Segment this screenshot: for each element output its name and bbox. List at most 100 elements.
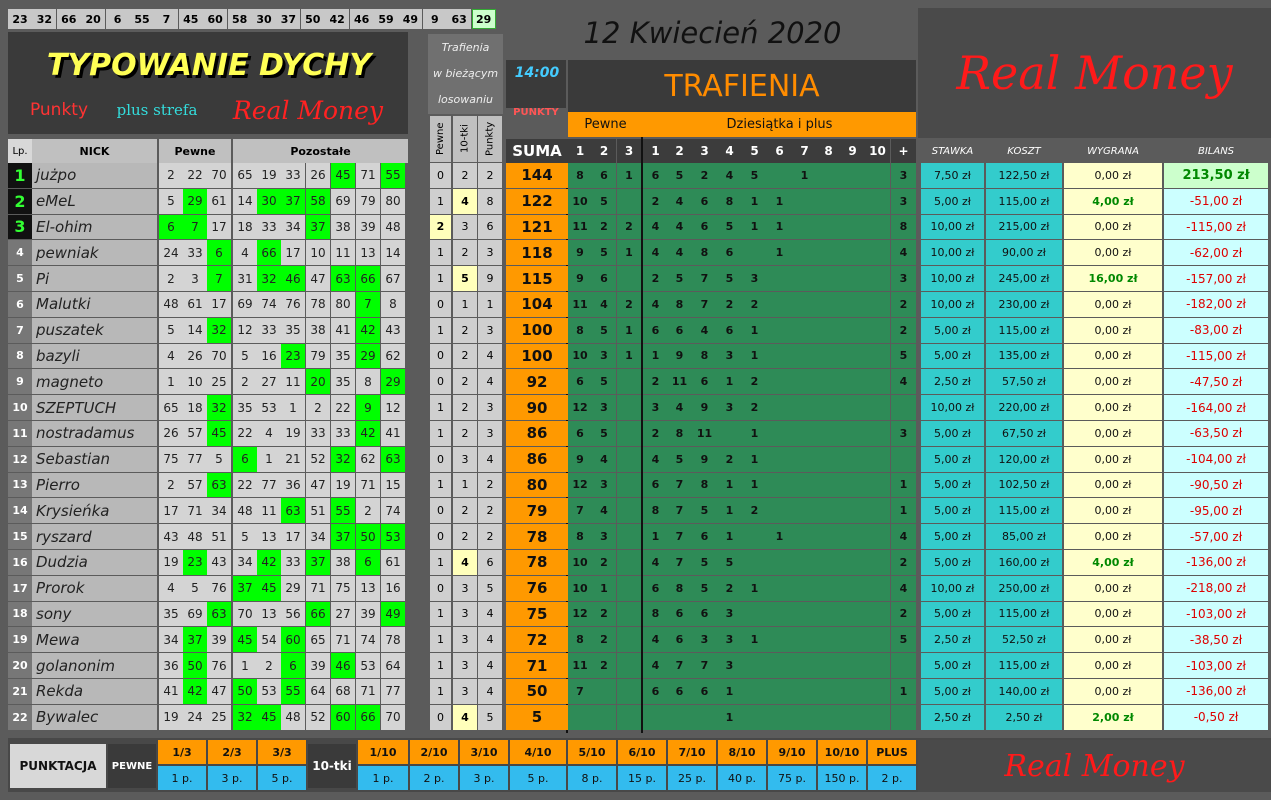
- row-koszt: 230,00 zł: [986, 292, 1062, 317]
- row-stawka: 5,00 zł: [921, 601, 984, 627]
- lottery-number: 45: [178, 9, 203, 29]
- header-koszt: KOSZT: [1007, 145, 1041, 157]
- row-lp: 7: [8, 317, 32, 343]
- row-number: 13: [356, 575, 380, 601]
- row-lp: 20: [8, 653, 32, 678]
- row-dziesiatka-count: [767, 395, 792, 420]
- row-dziesiatka-count: [816, 550, 841, 575]
- row-wygrana: 0,00 zł: [1064, 446, 1162, 472]
- row-dziesiatka-count: 2: [717, 446, 742, 472]
- row-hit-punkty: 4: [478, 679, 502, 704]
- row-pewne-count: [617, 472, 641, 498]
- row-number: 57: [183, 472, 207, 498]
- row-number: 6: [281, 653, 305, 678]
- row-number: 4: [159, 575, 183, 601]
- pewne-scoring-label: PEWNE: [108, 744, 156, 788]
- row-number: 19: [281, 421, 305, 446]
- row-hit-punkty: 6: [478, 214, 502, 240]
- row-hit-pewne: 0: [430, 369, 451, 395]
- row-number: 52: [306, 704, 330, 730]
- row-nick: puszatek: [32, 317, 157, 343]
- row-dziesiatka-count: 3: [742, 266, 767, 291]
- row-dziesiatka-count: [667, 704, 692, 730]
- row-dziesiatka-count: [643, 704, 668, 730]
- row-hit-punkty: 2: [478, 472, 502, 498]
- row-pewne-count: 6: [568, 369, 592, 395]
- pewne-bar: Pewne: [568, 112, 643, 137]
- row-dziesiatka-count: 7: [692, 266, 717, 291]
- row-dziesiatka-count: 1: [742, 343, 767, 369]
- row-hit-10tki: 1: [453, 292, 477, 317]
- row-dziesiatka-count: [840, 240, 865, 266]
- row-wygrana: 4,00 zł: [1064, 188, 1162, 214]
- row-lp: 21: [8, 679, 32, 704]
- row-number: 32: [257, 266, 281, 291]
- row-dziesiatka-count: [792, 214, 817, 240]
- row-lp: 9: [8, 369, 32, 395]
- row-plus-count: 1: [891, 498, 916, 524]
- row-number: 63: [281, 498, 305, 524]
- row-number: 62: [381, 343, 405, 369]
- row-hit-pewne: 0: [430, 292, 451, 317]
- row-number: 7: [207, 266, 231, 291]
- row-pewne-count: 10: [568, 188, 592, 214]
- row-number: 2: [257, 653, 281, 678]
- row-bilans: -103,00 zł: [1164, 601, 1268, 627]
- header-dziesiatka-col: 7: [792, 139, 817, 163]
- row-stawka: 10,00 zł: [921, 266, 984, 291]
- row-dziesiatka-count: [792, 627, 817, 653]
- row-koszt: 115,00 zł: [986, 498, 1062, 524]
- row-dziesiatka-count: 8: [692, 240, 717, 266]
- row-number: 41: [331, 317, 355, 343]
- row-dziesiatka-count: [816, 446, 841, 472]
- row-number: 27: [331, 601, 355, 627]
- row-number: 76: [207, 575, 231, 601]
- row-dziesiatka-count: [767, 292, 792, 317]
- row-stawka: 10,00 zł: [921, 240, 984, 266]
- row-number: 6: [207, 240, 231, 266]
- row-dziesiatka-count: 1: [742, 446, 767, 472]
- row-plus-count: 4: [891, 575, 916, 601]
- row-dziesiatka-count: [792, 575, 817, 601]
- row-number: 12: [233, 317, 257, 343]
- lottery-number: 29: [471, 9, 496, 29]
- row-number: 46: [331, 653, 355, 678]
- row-dziesiatka-count: [840, 498, 865, 524]
- row-hit-pewne: 1: [430, 472, 451, 498]
- row-number: 26: [159, 421, 183, 446]
- row-dziesiatka-count: [865, 240, 890, 266]
- row-number: 2: [356, 498, 380, 524]
- row-number: 76: [207, 653, 231, 678]
- row-dziesiatka-count: 8: [643, 498, 668, 524]
- row-stawka: 5,00 zł: [921, 653, 984, 678]
- row-dziesiatka-count: [865, 214, 890, 240]
- row-pewne-count: 7: [568, 498, 592, 524]
- row-dziesiatka-count: 1: [742, 317, 767, 343]
- row-dziesiatka-count: [840, 679, 865, 704]
- row-number: 50: [356, 524, 380, 549]
- row-lp: 6: [8, 292, 32, 317]
- row-number: 49: [381, 601, 405, 627]
- row-number: 10: [183, 369, 207, 395]
- row-hit-punkty: 5: [478, 575, 502, 601]
- row-number: 67: [381, 266, 405, 291]
- row-hit-pewne: 1: [430, 679, 451, 704]
- row-number: 19: [159, 550, 183, 575]
- row-number: 74: [356, 627, 380, 653]
- row-number: 61: [207, 188, 231, 214]
- row-nick: Mewa: [32, 627, 157, 653]
- row-number: 74: [257, 292, 281, 317]
- lottery-number: 50: [300, 9, 325, 29]
- row-number: 29: [381, 369, 405, 395]
- row-number: 11: [331, 240, 355, 266]
- header-dziesiatka-col: 9: [840, 139, 865, 163]
- row-stawka: 5,00 zł: [921, 343, 984, 369]
- row-number: 63: [207, 601, 231, 627]
- row-number: 2: [233, 369, 257, 395]
- row-number: 61: [381, 550, 405, 575]
- row-number: 66: [356, 266, 380, 291]
- row-dziesiatka-count: [865, 317, 890, 343]
- lottery-number: 46: [349, 9, 374, 29]
- row-dziesiatka-count: 6: [643, 575, 668, 601]
- row-pewne-count: 12: [568, 472, 592, 498]
